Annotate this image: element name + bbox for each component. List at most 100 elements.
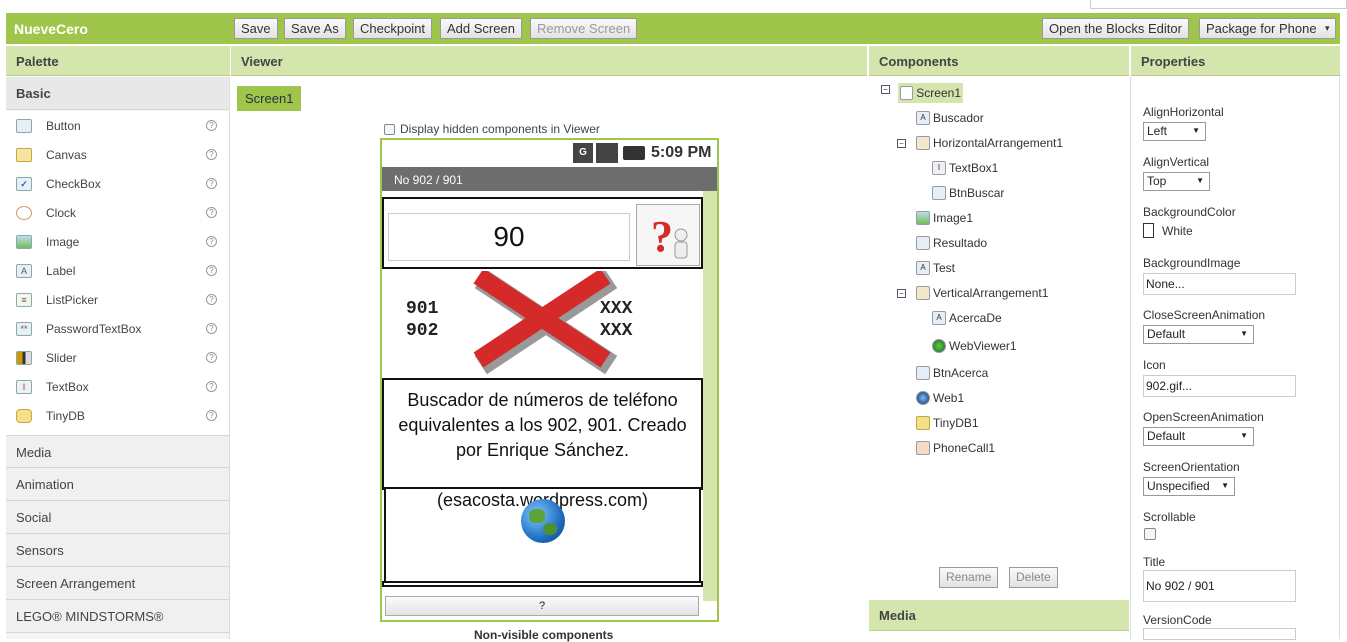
palette-category-screen-arrangement[interactable]: Screen Arrangement — [6, 567, 229, 600]
tree-node-verticalarrangement1[interactable]: VerticalArrangement1 — [916, 286, 1048, 300]
tree-node-label: HorizontalArrangement1 — [933, 136, 1064, 150]
palette-item-button[interactable]: Button ? — [6, 111, 229, 140]
search-button[interactable]: ? — [636, 204, 700, 266]
help-icon[interactable]: ? — [206, 149, 217, 160]
palette-item-textbox[interactable]: I TextBox ? — [6, 372, 229, 401]
palette-item-slider[interactable]: Slider ? — [6, 343, 229, 372]
prop-orientation-label: ScreenOrientation — [1143, 460, 1240, 474]
red-cross-icon — [473, 268, 618, 375]
checkpoint-button[interactable]: Checkpoint — [353, 18, 433, 39]
palette-header: Palette — [6, 46, 230, 76]
about-button[interactable]: ? — [385, 596, 699, 616]
help-icon[interactable]: ? — [206, 352, 217, 363]
media-header: Media — [869, 600, 1129, 631]
palette-item-image[interactable]: Image ? — [6, 227, 229, 256]
help-icon[interactable]: ? — [206, 236, 217, 247]
webviewer-icon — [932, 339, 946, 353]
help-icon[interactable]: ? — [206, 178, 217, 189]
version-code-field[interactable] — [1143, 628, 1296, 640]
palette-category-social[interactable]: Social — [6, 501, 229, 534]
collapse-icon[interactable]: − — [881, 85, 890, 94]
collapse-icon[interactable]: − — [897, 289, 906, 298]
tree-node-btnbuscar[interactable]: BtnBuscar — [932, 186, 1004, 200]
rename-button[interactable]: Rename — [939, 567, 999, 588]
palette-item-canvas[interactable]: Canvas ? — [6, 140, 229, 169]
label-icon: A — [916, 111, 930, 125]
prop-background-image-label: BackgroundImage — [1143, 256, 1241, 270]
palette-category-animation[interactable]: Animation — [6, 468, 229, 501]
app-name: NueveCero — [14, 21, 88, 37]
globe-icon — [521, 499, 565, 543]
tree-node-test[interactable]: A Test — [916, 261, 955, 275]
phone-status-bar: G 5:09 PM — [382, 140, 717, 167]
tree-node-web1[interactable]: Web1 — [916, 391, 964, 405]
tree-node-webviewer1[interactable]: WebViewer1 — [932, 339, 1017, 353]
delete-button[interactable]: Delete — [1009, 567, 1058, 588]
help-icon[interactable]: ? — [206, 265, 217, 276]
tree-node-btnacerca[interactable]: BtnAcerca — [916, 366, 988, 380]
tree-toggle-horizontal[interactable]: − — [897, 139, 906, 148]
palette-item-passwordtextbox[interactable]: ** PasswordTextBox ? — [6, 314, 229, 343]
battery-icon — [623, 146, 645, 160]
listpicker-icon: ≡ — [16, 292, 32, 307]
icon-field[interactable]: 902.gif... — [1143, 375, 1296, 397]
close-animation-select[interactable]: Default ▼ — [1143, 325, 1254, 344]
remove-screen-button[interactable]: Remove Screen — [530, 18, 638, 39]
screen-orientation-select[interactable]: Unspecified ▼ — [1143, 477, 1235, 496]
background-color-picker[interactable]: White — [1143, 223, 1193, 238]
add-screen-button[interactable]: Add Screen — [440, 18, 522, 39]
palette-category-lego-mindstorms[interactable]: LEGO® MINDSTORMS® — [6, 600, 229, 633]
open-animation-select[interactable]: Default ▼ — [1143, 427, 1254, 446]
save-as-button[interactable]: Save As — [284, 18, 346, 39]
palette-category-sensors[interactable]: Sensors — [6, 534, 229, 567]
color-swatch — [1143, 223, 1154, 238]
tree-node-label: Test — [933, 261, 956, 275]
display-hidden-checkbox[interactable] — [384, 123, 395, 135]
title-field[interactable]: No 902 / 901 — [1143, 570, 1296, 602]
tree-node-acercade[interactable]: A AcercaDe — [932, 311, 1002, 325]
collapse-icon[interactable]: − — [897, 139, 906, 148]
help-icon[interactable]: ? — [206, 294, 217, 305]
open-blocks-editor-button[interactable]: Open the Blocks Editor — [1042, 18, 1189, 39]
label-icon: A — [16, 263, 32, 278]
save-button[interactable]: Save — [234, 18, 278, 39]
help-icon[interactable]: ? — [206, 323, 217, 334]
palette-item-checkbox[interactable]: ✓ CheckBox ? — [6, 169, 229, 198]
phonecall-icon — [916, 441, 930, 455]
help-icon[interactable]: ? — [206, 120, 217, 131]
background-image-field[interactable]: None... — [1143, 273, 1296, 295]
network-g-icon: G — [573, 143, 593, 163]
select-value: Default — [1147, 327, 1186, 341]
palette-category-basic[interactable]: Basic — [6, 77, 229, 110]
phone-preview: G 5:09 PM No 902 / 901 90 ? 901 902 XXX … — [380, 138, 719, 622]
screen-icon — [900, 86, 914, 100]
align-vertical-select[interactable]: Top ▼ — [1143, 172, 1210, 191]
palette-item-clock[interactable]: Clock ? — [6, 198, 229, 227]
tree-node-buscador[interactable]: A Buscador — [916, 111, 984, 125]
tree-node-tinydb1[interactable]: TinyDB1 — [916, 416, 979, 430]
help-icon[interactable]: ? — [206, 381, 217, 392]
help-icon[interactable]: ? — [206, 207, 217, 218]
tree-toggle-vertical[interactable]: − — [897, 289, 906, 298]
screen-selector[interactable]: Screen1 — [237, 86, 301, 111]
tree-node-image1[interactable]: Image1 — [916, 211, 973, 225]
help-icon[interactable]: ? — [206, 410, 217, 421]
tree-node-screen1[interactable]: Screen1 — [898, 83, 963, 103]
palette-item-label[interactable]: A Label ? — [6, 256, 229, 285]
display-hidden-row[interactable]: Display hidden components in Viewer — [384, 122, 600, 136]
tree-node-textbox1[interactable]: I TextBox1 — [932, 161, 998, 175]
align-horizontal-select[interactable]: Left ▼ — [1143, 122, 1206, 141]
tree-toggle-screen1[interactable]: − — [881, 85, 890, 94]
display-hidden-label: Display hidden components in Viewer — [400, 122, 600, 136]
tree-node-resultado[interactable]: Resultado — [916, 236, 987, 250]
button-icon — [916, 366, 930, 380]
scrollable-checkbox[interactable] — [1144, 528, 1156, 540]
tree-node-phonecall1[interactable]: PhoneCall1 — [916, 441, 995, 455]
passwordtextbox-icon: ** — [16, 321, 32, 336]
search-textbox[interactable]: 90 — [388, 213, 630, 261]
package-for-phone-button[interactable]: Package for Phone ▾ — [1199, 18, 1336, 39]
palette-category-media[interactable]: Media — [6, 435, 229, 468]
palette-item-tinydb[interactable]: TinyDB ? — [6, 401, 229, 430]
palette-item-listpicker[interactable]: ≡ ListPicker ? — [6, 285, 229, 314]
tree-node-horizontalarrangement1[interactable]: HorizontalArrangement1 — [916, 136, 1063, 150]
